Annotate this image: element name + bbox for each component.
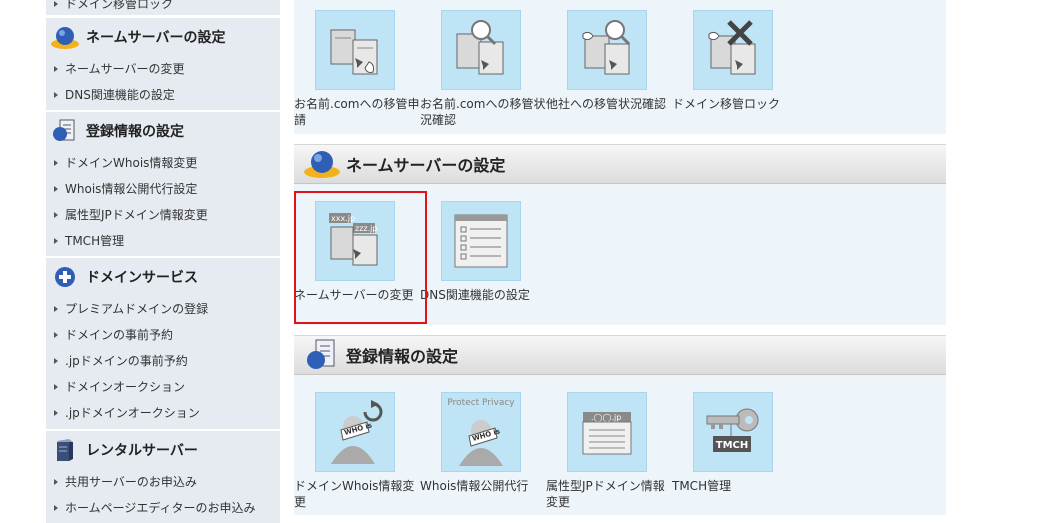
tile-tmch[interactable]: TMCH TMCH管理 [672, 392, 798, 494]
sidebar: ドメイン移管ロック ネームサーバーの設定 ネームサーバーの変更 DNS関連機能の… [46, 0, 280, 523]
globe-person-icon [50, 23, 80, 51]
svg-text:xxx.jp: xxx.jp [331, 214, 355, 223]
jp-domain-icon: .◯◯.jp [567, 392, 647, 472]
protect-privacy-icon: Protect Privacy WHO is [441, 392, 521, 472]
server-transfer-icon [315, 10, 395, 90]
plus-circle-icon [50, 263, 80, 291]
sidebar-heading[interactable]: ネームサーバーの設定 [46, 18, 280, 56]
bullet-arrow-icon [54, 0, 58, 7]
sidebar-section-rental-server: レンタルサーバー 共用サーバーのお申込み ホームページエディターのお申込み [46, 429, 280, 521]
bullet-arrow-icon [54, 383, 58, 390]
bullet-arrow-icon [54, 185, 58, 192]
dns-list-icon [441, 201, 521, 281]
sidebar-section-domain-service: ドメインサービス プレミアムドメインの登録 ドメインの事前予約 .jpドメインの… [46, 256, 280, 426]
document-globe-icon [302, 338, 342, 372]
bullet-arrow-icon [54, 504, 58, 511]
sidebar-cut-section: ドメイン移管ロック [46, 0, 280, 17]
bullet-arrow-icon [54, 305, 58, 312]
section-heading-registration: 登録情報の設定 [294, 335, 946, 375]
svg-text:TMCH: TMCH [716, 440, 748, 451]
tile-transfer-apply[interactable]: お名前.comへの移管申請 [294, 10, 420, 128]
bullet-arrow-icon [54, 409, 58, 416]
bullet-arrow-icon [54, 91, 58, 98]
document-globe-icon [50, 117, 80, 145]
bullet-arrow-icon [54, 478, 58, 485]
tile-transfer-lock[interactable]: ドメイン移管ロック [672, 10, 798, 112]
sidebar-item-dns[interactable]: DNS関連機能の設定 [46, 82, 280, 108]
svg-text:zzz.jp: zzz.jp [355, 224, 377, 233]
sidebar-item-preorder[interactable]: ドメインの事前予約 [46, 322, 280, 348]
bullet-arrow-icon [54, 237, 58, 244]
sidebar-item-shared-server[interactable]: 共用サーバーのお申込み [46, 469, 280, 495]
sidebar-section-registration: 登録情報の設定 ドメインWhois情報変更 Whois情報公開代行設定 属性型J… [46, 110, 280, 254]
tile-other-transfer-status[interactable]: 他社への移管状況確認 [546, 10, 672, 112]
sidebar-section-nameserver: ネームサーバーの設定 ネームサーバーの変更 DNS関連機能の設定 [46, 16, 280, 108]
sidebar-item-jp-domain[interactable]: 属性型JPドメイン情報変更 [46, 202, 280, 228]
bullet-arrow-icon [54, 65, 58, 72]
tile-whois-privacy[interactable]: Protect Privacy WHO is Whois情報公開代行 [420, 392, 546, 494]
bullet-arrow-icon [54, 331, 58, 338]
sidebar-item-jp-auction[interactable]: .jpドメインオークション [46, 400, 280, 426]
sidebar-heading[interactable]: 登録情報の設定 [46, 112, 280, 150]
sidebar-item-jp-preorder[interactable]: .jpドメインの事前予約 [46, 348, 280, 374]
sidebar-item-auction[interactable]: ドメインオークション [46, 374, 280, 400]
section-heading-nameserver: ネームサーバーの設定 [294, 144, 946, 184]
transfer-search-icon [441, 10, 521, 90]
bullet-arrow-icon [54, 159, 58, 166]
svg-text:.◯◯.jp: .◯◯.jp [591, 413, 621, 422]
sidebar-item-transfer-lock[interactable]: ドメイン移管ロック [46, 0, 173, 17]
tmch-key-icon: TMCH [693, 392, 773, 472]
sidebar-item-whois-change[interactable]: ドメインWhois情報変更 [46, 150, 280, 176]
tile-jp-domain-change[interactable]: .◯◯.jp 属性型JPドメイン情報変更 [546, 392, 672, 510]
tile-nameserver-change[interactable]: xxx.jp zzz.jp ネームサーバーの変更 [294, 201, 420, 303]
server-icon [50, 436, 80, 464]
whois-refresh-icon: WHO is [315, 392, 395, 472]
sidebar-heading[interactable]: レンタルサーバー [46, 431, 280, 469]
tile-dns-settings[interactable]: DNS関連機能の設定 [420, 201, 546, 303]
sidebar-item-nameserver-change[interactable]: ネームサーバーの変更 [46, 56, 280, 82]
sidebar-item-whois-privacy[interactable]: Whois情報公開代行設定 [46, 176, 280, 202]
transfer-lock-icon [693, 10, 773, 90]
transfer-search-hand-icon [567, 10, 647, 90]
nameserver-change-icon: xxx.jp zzz.jp [315, 201, 395, 281]
bullet-arrow-icon [54, 357, 58, 364]
tile-whois-change[interactable]: WHO is ドメインWhois情報変更 [294, 392, 420, 510]
bullet-arrow-icon [54, 211, 58, 218]
globe-person-icon [302, 147, 342, 181]
tile-transfer-status[interactable]: お名前.comへの移管状況確認 [420, 10, 546, 128]
sidebar-item-homepage-editor[interactable]: ホームページエディターのお申込み [46, 495, 280, 521]
sidebar-heading[interactable]: ドメインサービス [46, 258, 280, 296]
sidebar-item-premium[interactable]: プレミアムドメインの登録 [46, 296, 280, 322]
sidebar-item-tmch[interactable]: TMCH管理 [46, 228, 280, 254]
